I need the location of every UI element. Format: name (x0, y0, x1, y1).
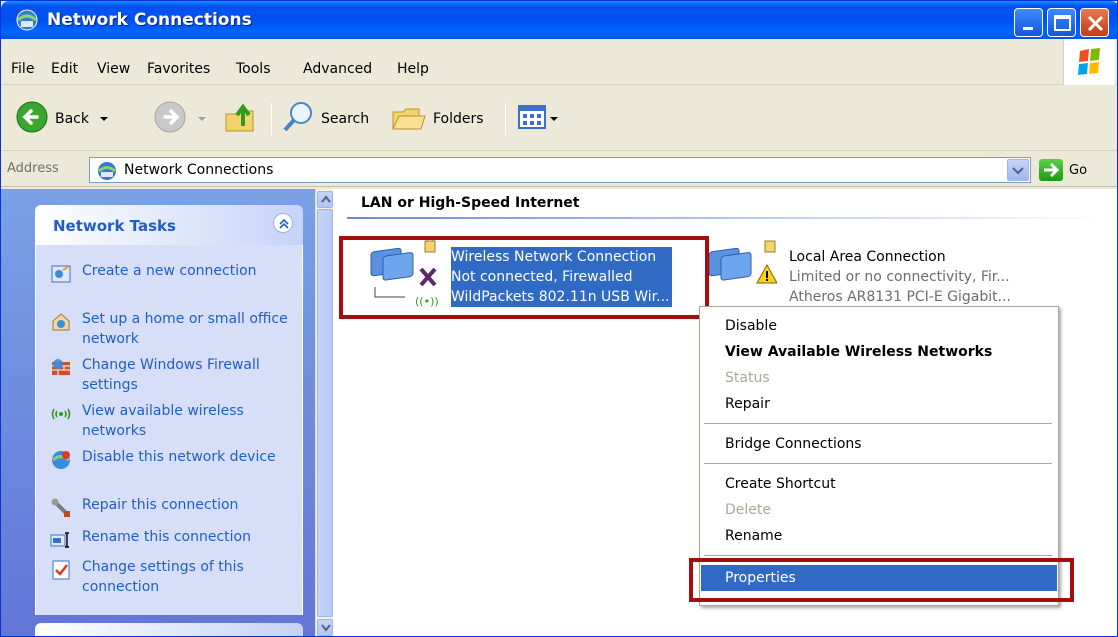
minimize-button[interactable] (1014, 8, 1043, 37)
menu-advanced[interactable]: Advanced (303, 61, 372, 77)
task-label: Create a new connection (82, 263, 257, 279)
address-bar: Address Network Connections Go (1, 153, 1117, 187)
back-dropdown-icon[interactable] (99, 111, 109, 127)
highlight-properties (689, 558, 1074, 602)
views-icon (517, 103, 547, 135)
back-button[interactable]: Back (15, 87, 109, 151)
toolbar: Back Search Folders (1, 87, 1117, 151)
task-home-network[interactable]: Set up a home or small office network (50, 309, 300, 349)
menu-help[interactable]: Help (397, 61, 429, 77)
task-rename-connection[interactable]: Rename this connection (50, 527, 300, 551)
views-dropdown-icon[interactable] (549, 111, 559, 127)
search-button[interactable]: Search (281, 87, 369, 151)
task-change-settings[interactable]: Change settings of this connection (50, 557, 300, 597)
menu-item-create-shortcut[interactable]: Create Shortcut (701, 471, 1057, 497)
menu-bar: File Edit View Favorites Tools Advanced … (1, 39, 1117, 85)
forward-button[interactable] (153, 87, 207, 151)
task-create-connection[interactable]: Create a new connection (50, 261, 300, 285)
folders-label: Folders (433, 111, 484, 127)
scroll-up-button[interactable] (317, 191, 333, 208)
lan-connection-icon (703, 239, 778, 309)
highlight-wireless-connection (339, 236, 709, 319)
folders-icon (391, 100, 427, 138)
folders-button[interactable]: Folders (391, 87, 484, 151)
explorer-window: Network Connections File Edit View Favor… (0, 0, 1118, 637)
address-value: Network Connections (124, 162, 274, 178)
close-button[interactable] (1080, 8, 1109, 37)
menu-tools[interactable]: Tools (236, 61, 271, 77)
task-label: Change settings of this connection (82, 559, 244, 595)
network-connections-icon (96, 161, 118, 185)
network-tasks-list: Create a new connection Set up a home or… (35, 245, 303, 615)
forward-arrow-icon (153, 100, 187, 138)
rename-icon (50, 529, 72, 551)
wireless-icon (50, 403, 72, 425)
next-task-group-header[interactable] (35, 623, 303, 636)
menu-item-disable[interactable]: Disable (701, 313, 1057, 339)
back-arrow-icon (15, 100, 49, 138)
task-label: Change Windows Firewall settings (82, 357, 260, 393)
task-pane: Network Tasks Create a new connection Se… (1, 189, 315, 636)
task-label: Rename this connection (82, 529, 251, 545)
task-view-wireless[interactable]: View available wireless networks (50, 401, 300, 441)
maximize-button[interactable] (1047, 8, 1076, 37)
firewall-icon (50, 357, 72, 379)
connection-name: Local Area Connection (789, 249, 946, 265)
address-field[interactable]: Network Connections (89, 157, 1031, 183)
menu-separator (704, 423, 1052, 424)
back-label: Back (55, 111, 89, 127)
menu-item-repair[interactable]: Repair (701, 391, 1057, 417)
search-icon (281, 100, 315, 138)
menu-item-rename[interactable]: Rename (701, 523, 1057, 549)
collapse-chevron-icon[interactable] (273, 213, 293, 233)
toolbar-separator (271, 103, 272, 135)
task-disable-device[interactable]: Disable this network device (50, 447, 300, 471)
go-button[interactable]: Go (1069, 163, 1087, 178)
repair-icon (50, 497, 72, 519)
vertical-scrollbar[interactable] (315, 189, 333, 636)
window-title: Network Connections (47, 10, 252, 30)
menu-item-status[interactable]: Status (701, 365, 1057, 391)
network-tasks-title: Network Tasks (53, 217, 176, 235)
menu-view[interactable]: View (97, 61, 130, 77)
windows-logo-icon (1063, 39, 1115, 85)
network-tasks-header[interactable]: Network Tasks (35, 205, 303, 245)
group-title: LAN or High-Speed Internet (361, 195, 580, 211)
menu-favorites[interactable]: Favorites (147, 61, 210, 77)
go-arrow-icon[interactable] (1039, 159, 1063, 181)
up-folder-icon (223, 100, 259, 138)
task-repair-connection[interactable]: Repair this connection (50, 495, 300, 519)
home-network-icon (50, 311, 72, 333)
menu-item-delete[interactable]: Delete (701, 497, 1057, 523)
new-connection-icon (50, 263, 72, 285)
scroll-thumb[interactable] (317, 209, 333, 617)
forward-dropdown-icon[interactable] (197, 111, 207, 127)
connection-device: Atheros AR8131 PCI-E Gigabit... (789, 289, 1011, 305)
group-divider (347, 217, 1107, 219)
title-bar[interactable]: Network Connections (1, 1, 1117, 39)
task-label: Repair this connection (82, 497, 239, 513)
task-label: Disable this network device (82, 449, 276, 465)
settings-icon (50, 559, 72, 581)
task-label: Set up a home or small office network (82, 311, 288, 347)
menu-item-view-wireless[interactable]: View Available Wireless Networks (701, 339, 1057, 365)
network-connections-icon (15, 9, 39, 31)
menu-separator (704, 555, 1052, 556)
address-label: Address (7, 161, 59, 176)
disable-network-icon (50, 449, 72, 471)
task-label: View available wireless networks (82, 403, 244, 439)
menu-edit[interactable]: Edit (51, 61, 78, 77)
toolbar-separator (505, 103, 506, 135)
task-firewall-settings[interactable]: Change Windows Firewall settings (50, 355, 300, 395)
menu-file[interactable]: File (11, 61, 34, 77)
menu-item-bridge[interactable]: Bridge Connections (701, 431, 1057, 457)
connection-status: Limited or no connectivity, Fir... (789, 269, 1010, 285)
views-button[interactable] (517, 87, 559, 151)
up-folder-button[interactable] (223, 87, 259, 151)
scroll-down-button[interactable] (317, 619, 333, 636)
menu-separator (704, 463, 1052, 464)
address-dropdown-icon[interactable] (1007, 159, 1029, 181)
search-label: Search (321, 111, 370, 127)
